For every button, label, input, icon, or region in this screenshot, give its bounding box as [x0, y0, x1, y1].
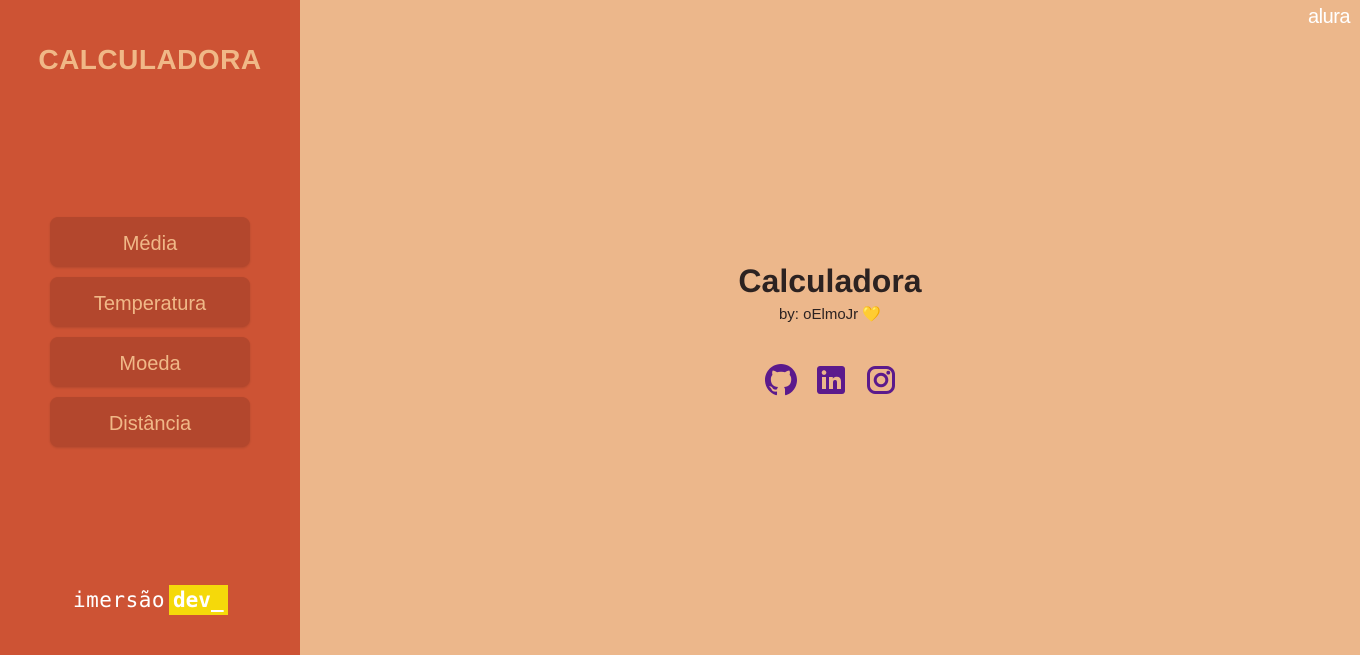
heart-icon: 💛: [862, 306, 882, 323]
brand-dev-text: dev_: [169, 585, 228, 615]
social-links: [765, 364, 897, 396]
linkedin-icon[interactable]: [815, 364, 847, 396]
github-icon[interactable]: [765, 364, 797, 396]
distancia-button[interactable]: Distância: [50, 397, 250, 447]
page-title: Calculadora: [738, 263, 922, 299]
sidebar: CALCULADORA Média Temperatura Moeda Dist…: [0, 0, 300, 655]
calculator-menu: Média Temperatura Moeda Distância: [50, 217, 250, 457]
author-byline: by: oElmoJr 💛: [300, 305, 1360, 323]
sidebar-title: CALCULADORA: [38, 44, 262, 75]
media-button[interactable]: Média: [50, 217, 250, 267]
moeda-button[interactable]: Moeda: [50, 337, 250, 387]
main-content: Calculadora by: oElmoJr 💛: [300, 0, 1360, 655]
temperatura-button[interactable]: Temperatura: [50, 277, 250, 327]
imersao-dev-logo: imersão dev_: [73, 585, 228, 615]
author-text: by: oElmoJr: [778, 306, 859, 323]
brand-imersao-text: imersão: [73, 588, 166, 612]
instagram-icon[interactable]: [865, 364, 897, 396]
